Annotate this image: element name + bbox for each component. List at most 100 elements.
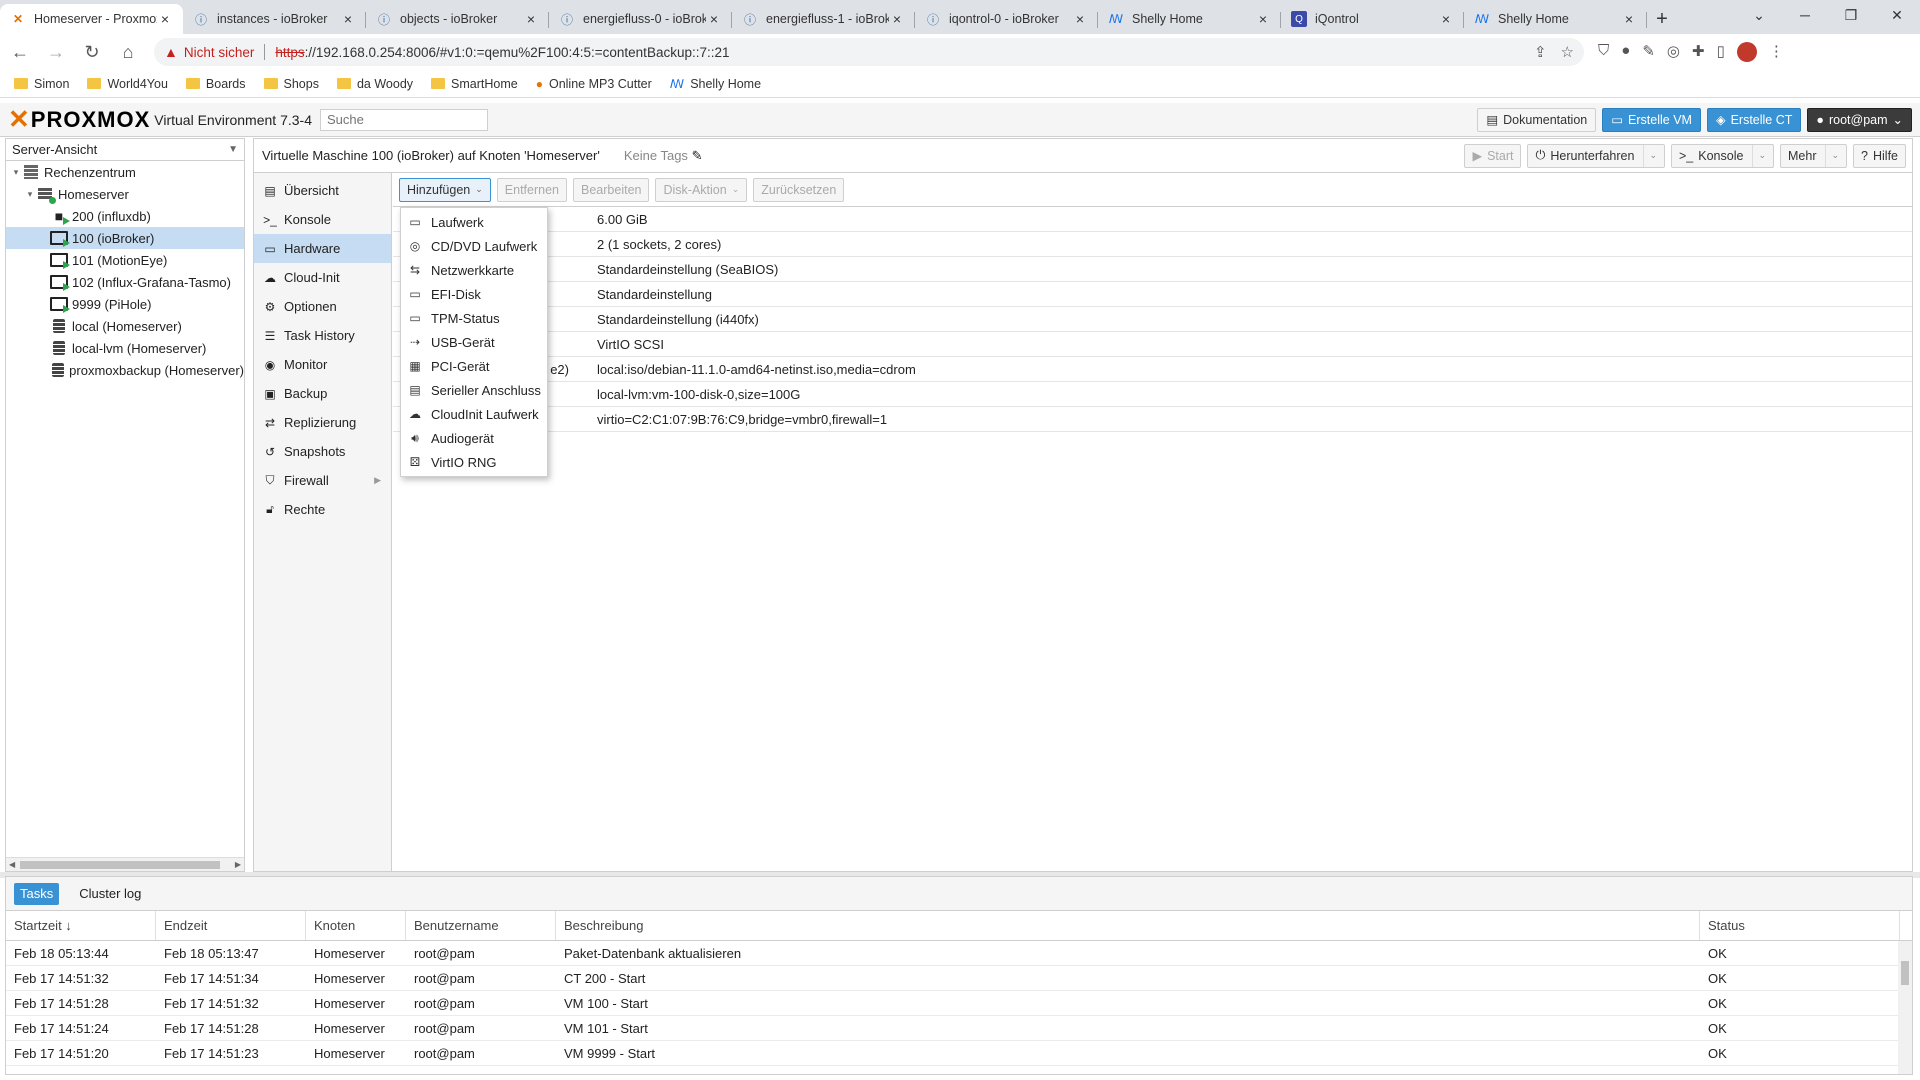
bookmark-folder[interactable]: Boards [185, 77, 246, 91]
collapse-icon[interactable]: ▾ [24, 189, 36, 200]
bookmark-link[interactable]: ꟿ Shelly Home [670, 77, 761, 91]
vm-nav-item[interactable]: ⚙ Optionen [254, 292, 391, 321]
remove-button[interactable]: Entfernen [496, 177, 568, 202]
add-hardware-button[interactable]: Hinzufügen ⌄ [399, 177, 491, 202]
restore-icon[interactable]: ❐ [1828, 0, 1874, 30]
hardware-row[interactable]: Standardeinstellung (i440fx) [393, 307, 1912, 332]
minimize-icon[interactable]: ─ [1782, 0, 1828, 30]
hardware-row[interactable]: e2) local:iso/debian-11.1.0-amd64-netinst… [393, 357, 1912, 382]
column-header-status[interactable]: Status [1700, 911, 1900, 940]
new-tab-button[interactable]: + [1647, 4, 1677, 34]
puzzle-extensions-icon[interactable]: ✚ [1692, 42, 1705, 62]
disk-action-button[interactable]: Disk-Aktion ⌄ [655, 177, 748, 202]
menu-item[interactable]: ▭ EFI-Disk [401, 282, 547, 306]
vm-nav-item[interactable]: ▣ Backup [254, 379, 391, 408]
start-button[interactable]: ▶ Start [1464, 143, 1522, 168]
adblock-extension-icon[interactable]: ● [1621, 42, 1630, 62]
address-bar[interactable]: ▲ Nicht sicher https://192.168.0.254:800… [154, 38, 1584, 66]
search-input[interactable] [319, 108, 488, 131]
shutdown-button[interactable]: ⏻ Herunterfahren ⌄ [1527, 143, 1665, 168]
column-header-end[interactable]: Endzeit [156, 911, 306, 940]
browser-tab[interactable]: ⓘ energiefluss-1 - ioBroker × [732, 4, 915, 34]
table-row[interactable]: Feb 18 05:13:44 Feb 18 05:13:47 Homeserv… [6, 941, 1912, 966]
tree-node-server[interactable]: ▾ Homeserver [6, 183, 244, 205]
home-icon[interactable]: ⌂ [112, 38, 144, 66]
menu-item[interactable]: ⚄ VirtIO RNG [401, 450, 547, 474]
tree-node-vm[interactable]: 100 (ioBroker) [6, 227, 244, 249]
vm-nav-item[interactable]: ◉ Monitor [254, 350, 391, 379]
hardware-row[interactable]: 6.00 GiB [393, 207, 1912, 232]
tab-cluster-log[interactable]: Cluster log [73, 883, 147, 905]
reload-icon[interactable]: ↻ [76, 38, 108, 66]
tree-node-datacenter[interactable]: ▾ Rechenzentrum [6, 161, 244, 183]
chevron-down-icon[interactable]: ⌄ [1643, 144, 1657, 167]
sync-extension-icon[interactable]: ◎ [1667, 42, 1680, 62]
scroll-right-icon[interactable]: ▶ [235, 858, 241, 872]
close-icon[interactable]: × [1438, 11, 1454, 27]
tree-node-vm[interactable]: 102 (Influx-Grafana-Tasmo) [6, 271, 244, 293]
menu-item[interactable]: ▦ PCI-Gerät [401, 354, 547, 378]
forward-icon[interactable]: → [40, 38, 72, 66]
create-vm-button[interactable]: ▭ Erstelle VM [1602, 107, 1701, 132]
close-icon[interactable]: × [706, 11, 722, 27]
vm-nav-item[interactable]: ⇄ Replizierung [254, 408, 391, 437]
browser-tab[interactable]: ꟿ Shelly Home × [1098, 4, 1281, 34]
create-ct-button[interactable]: ◈ Erstelle CT [1706, 107, 1802, 132]
column-header-description[interactable]: Beschreibung [556, 911, 1700, 940]
profile-avatar[interactable] [1736, 42, 1757, 62]
table-row[interactable]: Feb 17 14:51:28 Feb 17 14:51:32 Homeserv… [6, 991, 1912, 1016]
scroll-thumb[interactable] [1901, 961, 1909, 985]
hardware-row[interactable]: 2 (1 sockets, 2 cores) [393, 232, 1912, 257]
hardware-row[interactable]: virtio=C2:C1:07:9B:76:C9,bridge=vmbr0,fi… [393, 407, 1912, 432]
edit-button[interactable]: Bearbeiten [573, 177, 650, 202]
bookmark-folder[interactable]: Simon [14, 77, 69, 91]
browser-tab[interactable]: ꟿ Shelly Home × [1464, 4, 1647, 34]
tab-search-icon[interactable]: ⌄ [1736, 0, 1782, 30]
console-button[interactable]: >_ Konsole ⌄ [1671, 143, 1774, 168]
close-icon[interactable]: × [157, 11, 173, 27]
bookmark-link[interactable]: ● Online MP3 Cutter [536, 77, 652, 91]
column-header-user[interactable]: Benutzername [406, 911, 556, 940]
hardware-row[interactable]: Standardeinstellung (SeaBIOS) [393, 257, 1912, 282]
collapse-icon[interactable]: ▾ [10, 167, 22, 178]
tree-node-storage[interactable]: proxmoxbackup (Homeserver) [6, 359, 244, 381]
shield-extension-icon[interactable]: ⛉ [1598, 42, 1609, 62]
tab-tasks[interactable]: Tasks [14, 882, 60, 905]
tags-editor[interactable]: Keine Tags ✎ [624, 148, 703, 164]
vm-nav-item[interactable]: ↺ Snapshots [254, 437, 391, 466]
browser-tab[interactable]: ⓘ iqontrol-0 - ioBroker × [915, 4, 1098, 34]
tasks-vertical-scrollbar[interactable] [1898, 941, 1912, 1074]
picker-extension-icon[interactable]: ✎ [1642, 42, 1655, 62]
menu-item[interactable]: ▭ TPM-Status [401, 306, 547, 330]
close-icon[interactable]: × [523, 11, 539, 27]
tree-node-container[interactable]: 200 (influxdb) [6, 205, 244, 227]
more-button[interactable]: Mehr ⌄ [1780, 143, 1848, 168]
tree-node-storage[interactable]: local-lvm (Homeserver) [6, 337, 244, 359]
browser-tab[interactable]: ⓘ energiefluss-0 - ioBroker × [549, 4, 732, 34]
close-icon[interactable]: × [1072, 11, 1088, 27]
close-icon[interactable]: × [889, 11, 905, 27]
close-icon[interactable]: × [1621, 11, 1637, 27]
pencil-icon[interactable]: ✎ [692, 148, 703, 163]
scroll-left-icon[interactable]: ◀ [9, 858, 15, 872]
hardware-row[interactable]: local-lvm:vm-100-disk-0,size=100G [393, 382, 1912, 407]
bookmark-folder[interactable]: SmartHome [431, 77, 518, 91]
chevron-down-icon[interactable]: ⌄ [1752, 144, 1766, 167]
vm-nav-item[interactable]: ▤ Übersicht [254, 176, 391, 205]
view-selector[interactable]: Server-Ansicht ▼ [6, 139, 244, 161]
hardware-row[interactable]: VirtIO SCSI [393, 332, 1912, 357]
menu-item[interactable]: ⇆ Netzwerkkarte [401, 258, 547, 282]
tree-node-vm[interactable]: 9999 (PiHole) [6, 293, 244, 315]
vm-nav-item[interactable]: ☰ Task History [254, 321, 391, 350]
close-icon[interactable]: × [340, 11, 356, 27]
back-icon[interactable]: ← [4, 38, 36, 66]
bookmark-folder[interactable]: World4You [87, 77, 168, 91]
column-header-node[interactable]: Knoten [306, 911, 406, 940]
tree-node-vm[interactable]: 101 (MotionEye) [6, 249, 244, 271]
table-row[interactable]: Feb 17 14:51:20 Feb 17 14:51:23 Homeserv… [6, 1041, 1912, 1066]
tree-node-storage[interactable]: local (Homeserver) [6, 315, 244, 337]
browser-tab[interactable]: ⓘ instances - ioBroker × [183, 4, 366, 34]
close-icon[interactable]: × [1255, 11, 1271, 27]
kebab-menu-icon[interactable]: ⋮ [1769, 42, 1784, 62]
bookmark-folder[interactable]: Shops [263, 77, 319, 91]
